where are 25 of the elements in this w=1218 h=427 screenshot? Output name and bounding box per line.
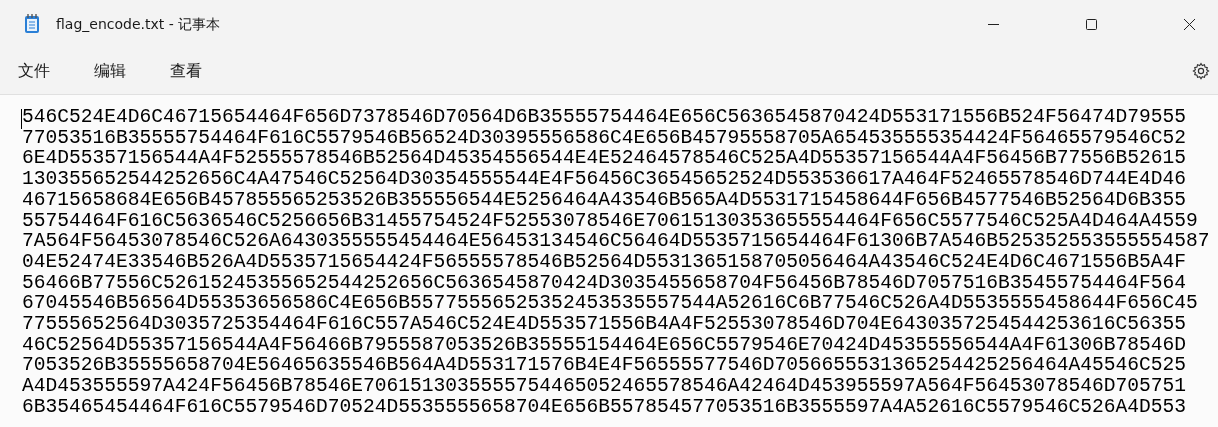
text-line: 546C524E4D6C46715654464F656D7378546D70564D6B35555754464E656C5636545870424D553171556B524F56474D79555 — [22, 107, 1187, 128]
menu-item[interactable]: 查看 — [156, 55, 216, 87]
text-line: 77053516B35555754464F616C5579546B56524D30395556586C4E656B45795558705A654535555354424F56465579546C52 — [22, 127, 1187, 149]
text-line: 46C52564D55357156544A4F56466B7955587053526B35555154464E656C5579546E70424D45355556544A4F61306B78546D — [22, 334, 1187, 356]
text-line: 04E52474E33546B526A4D5535715654424F56555578546B52564D5531365158705056464A43546C524E4D6C4671556B5A4F — [22, 251, 1187, 273]
settings-icon[interactable] — [1192, 62, 1210, 80]
text-line: 7053526B35555658704E56465635546B564A4D553171576B4E4F56555577546D7056655531365254425256464A45546C525 — [22, 355, 1187, 377]
text-line: 130355652544252656C4A47546C52564D30354555544E4F56456C36545652524D553536617A464F52465578546D744E4D46 — [22, 169, 1187, 190]
text-line: 67045546B56564D55353656586C4E656B55775556525352453535557544A52616C6B77546C526A4D5535555458644F656C45 — [22, 293, 1198, 315]
text-line: 6E4D55357156544A4F52555578546B52564D45354556544E4E52464578546C525A4D55357156544A4F56456B77556B52615 — [22, 148, 1187, 170]
text-line: A4D453555597A424F56456B78546E7061513035555754465052465578546A42464D453955597A564F56453078546D705751 — [22, 376, 1187, 397]
menu-item[interactable]: 编辑 — [80, 55, 140, 87]
text-line: 77555652564D3035725354464F616C557A546C524E4D553571556B4A4F52553078546D704E6430357254544253616C56355 — [22, 314, 1187, 335]
text-editor[interactable] — [0, 94, 1218, 427]
text-line: 6B35465454464F616C5579546D70524D5535555658704E656B557854577053516B3555597A4A52616C5579546C526A4D553 — [22, 396, 1187, 418]
text-cursor — [21, 109, 22, 129]
maximize-icon — [1085, 18, 1097, 30]
text-line: 55754464F616C5636546C5256656B31455754524F52553078546E70615130353655554464F656C5577546C525A4D464A4559 — [22, 210, 1198, 232]
text-line: 46715658684E656B457855565253526B355556544E5256464A43546B565A4D5531715458644F656B4577546B52564D6B355 — [22, 189, 1187, 211]
text-line: 56466B77556C52615245355652544252656C5636545870424D3035455658704F56456B78546D7057516B35455754464F564 — [22, 272, 1187, 294]
notepad-icon — [24, 14, 40, 34]
menu-item[interactable]: 文件 — [4, 55, 64, 87]
window-title: flag_encode.txt - 记事本 — [56, 14, 221, 34]
close-icon — [1183, 18, 1195, 30]
text-line: 7A564F56453078546C526A6430355555454464E56453134546C56464D5535715654464F61306B7A546B525352553555554587 — [22, 231, 1210, 252]
